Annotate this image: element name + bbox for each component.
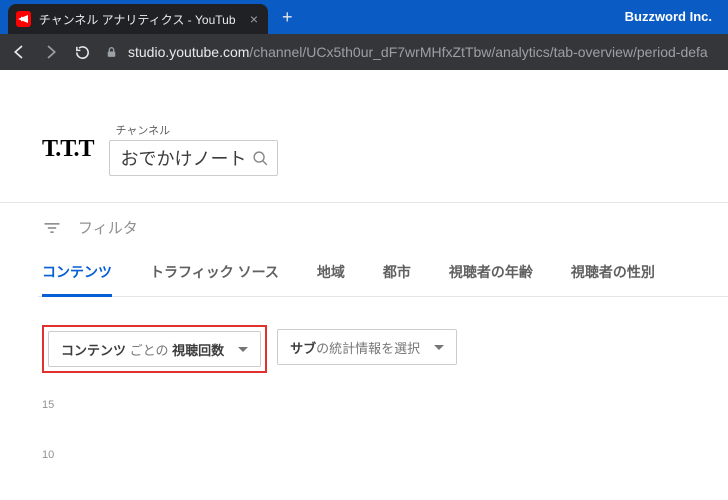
tab-city[interactable]: 都市 — [383, 252, 411, 296]
filter-label: フィルタ — [78, 217, 138, 238]
tab-age[interactable]: 視聴者の年齢 — [449, 252, 533, 296]
url-path: /channel/UCx5th0ur_dF7wrMHfxZtTbw/analyt… — [249, 44, 707, 60]
reload-icon[interactable] — [74, 44, 91, 61]
new-tab-button[interactable]: + — [282, 7, 293, 28]
search-icon[interactable] — [252, 150, 269, 167]
forward-icon — [42, 43, 60, 61]
channel-search-field[interactable]: おでかけノート — [109, 140, 278, 176]
filter-icon — [42, 218, 62, 238]
back-icon[interactable] — [10, 43, 28, 61]
chevron-down-icon — [434, 345, 444, 350]
browser-toolbar: studio.youtube.com /channel/UCx5th0ur_dF… — [0, 34, 728, 70]
channel-name: おでかけノート — [120, 145, 246, 171]
metric-selectors: コンテンツ ごとの 視聴回数 サブの統計情報を選択 — [42, 325, 728, 373]
primary-metric-dropdown[interactable]: コンテンツ ごとの 視聴回数 — [48, 331, 261, 367]
tab-gender[interactable]: 視聴者の性別 — [571, 252, 655, 296]
y-tick: 15 — [42, 399, 728, 449]
youtube-icon — [16, 11, 31, 27]
address-bar[interactable]: studio.youtube.com /channel/UCx5th0ur_dF… — [105, 44, 708, 60]
lock-icon — [105, 45, 118, 59]
chart-y-axis: 15 10 — [42, 399, 728, 499]
filter-bar[interactable]: フィルタ — [42, 203, 728, 252]
channel-field-label: チャンネル — [115, 122, 278, 138]
browser-titlebar: チャンネル アナリティクス - YouTube S × + Buzzword I… — [0, 0, 728, 34]
y-tick: 10 — [42, 449, 728, 499]
tab-traffic-source[interactable]: トラフィック ソース — [150, 252, 279, 296]
window-owner: Buzzword Inc. — [625, 9, 728, 34]
secondary-metric-dropdown[interactable]: サブの統計情報を選択 — [277, 329, 457, 365]
chevron-down-icon — [238, 347, 248, 352]
analytics-tabs: コンテンツ トラフィック ソース 地域 都市 視聴者の年齢 視聴者の性別 — [38, 252, 728, 297]
tab-region[interactable]: 地域 — [317, 252, 345, 296]
tab-content[interactable]: コンテンツ — [42, 252, 112, 297]
browser-tab[interactable]: チャンネル アナリティクス - YouTube S × — [8, 4, 268, 34]
primary-metric-highlight: コンテンツ ごとの 視聴回数 — [42, 325, 267, 373]
channel-header: T.T.T チャンネル おでかけノート — [42, 122, 728, 176]
tab-title: チャンネル アナリティクス - YouTube S — [39, 11, 236, 28]
close-icon[interactable]: × — [250, 11, 258, 27]
channel-logo: T.T.T — [42, 136, 93, 163]
page-content: T.T.T チャンネル おでかけノート フィルタ コンテンツ トラフィック ソー… — [0, 70, 728, 499]
url-host: studio.youtube.com — [128, 44, 249, 60]
